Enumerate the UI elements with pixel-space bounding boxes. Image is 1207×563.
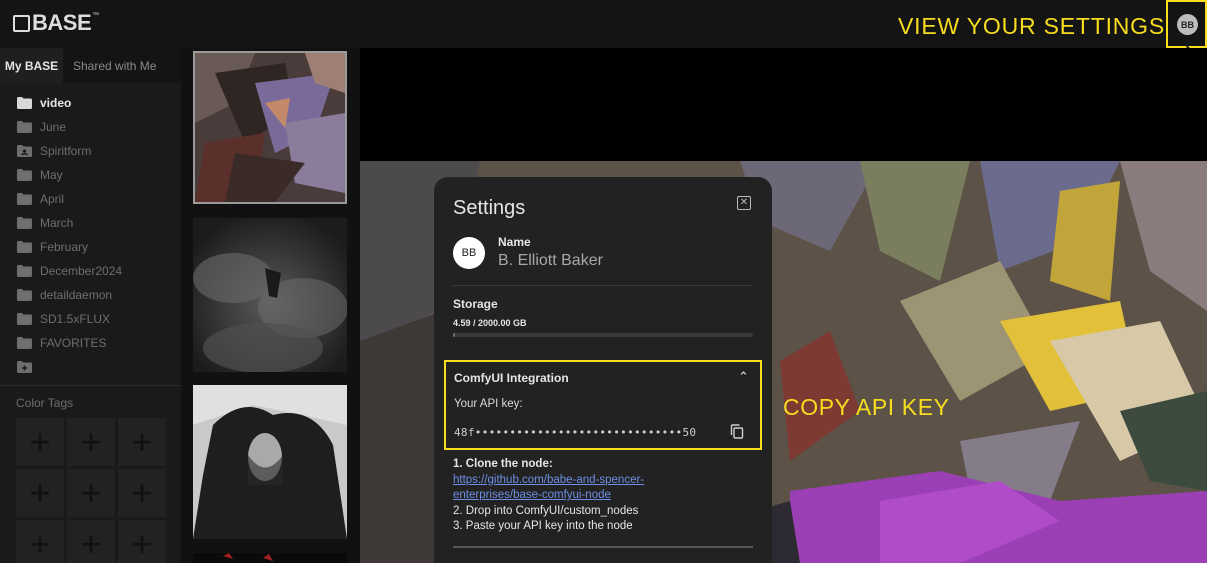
folder-icon [17,289,32,301]
add-color-tag-button[interactable]: + [67,469,115,517]
sidebar-folder-label: February [40,240,89,254]
add-color-tag-button[interactable]: + [16,469,64,517]
thumbnail-column [181,48,360,563]
storage-value: 4.59 / 2000.00 GB [453,318,527,328]
sidebar: My BASE Shared with Me video June Spiritfo… [0,48,181,563]
sidebar-folder-video[interactable]: video [0,91,181,115]
sidebar-folder-label: March [40,216,74,230]
folder-icon [17,217,32,229]
add-color-tag-button[interactable]: + [16,418,64,466]
sidebar-folder-june[interactable]: June [0,115,181,139]
step-paste-api-key: 3. Paste your API key into the node [453,520,633,532]
sidebar-folder-label: December2024 [40,264,123,278]
folder-icon [17,121,32,133]
plus-icon: + [131,472,153,513]
shared-folder-icon [17,145,32,157]
sidebar-folder-label: June [40,120,67,134]
add-color-tag-button[interactable]: + [67,520,115,563]
folder-icon [17,265,32,277]
chevron-up-icon[interactable]: ⌃ [738,369,749,385]
comfyui-integration-section: ComfyUI Integration ⌃ Your API key: 48f•… [444,360,762,450]
logo-trademark: ™ [92,12,100,19]
sidebar-tabs: My BASE Shared with Me [0,48,181,83]
sidebar-folder-march[interactable]: March [0,211,181,235]
viewer-letterbox [360,48,1207,161]
top-bar: BASE ™ VIEW YOUR SETTINGS BB [0,0,1207,63]
sidebar-folder-label: FAVORITES [40,336,107,350]
sidebar-folder-sd1-5xflux[interactable]: SD1.5xFLUX [0,307,181,331]
settings-modal: Settings ✕ BB Name B. Elliott Baker Stor… [434,177,772,563]
plus-icon: + [80,523,102,563]
add-color-tag-button[interactable]: + [118,469,166,517]
plus-icon: + [29,421,51,462]
sidebar-folder-may[interactable]: May [0,163,181,187]
color-tags-title: Color Tags [16,396,74,410]
add-folder-button[interactable] [0,355,181,379]
sidebar-folder-february[interactable]: February [0,235,181,259]
sidebar-folder-label: April [40,192,65,206]
settings-scroll-divider [453,546,753,548]
tab-shared-with-me[interactable]: Shared with Me [63,48,181,83]
annotation-view-settings: VIEW YOUR SETTINGS [898,13,1166,39]
plus-icon: + [131,523,153,563]
base-logo[interactable]: BASE ™ [13,12,99,34]
folder-list: video June Spiritform May April March February… [0,83,181,355]
add-color-tag-button[interactable]: + [67,418,115,466]
thumbnail-dark-clouds[interactable] [193,218,347,372]
name-value: B. Elliott Baker [498,252,603,269]
comfyui-integration-title[interactable]: ComfyUI Integration [454,371,569,385]
annotation-copy-api-key: COPY API KEY [783,394,950,420]
close-icon[interactable]: ✕ [737,196,751,210]
storage-progress-bar [453,333,753,337]
api-key-label: Your API key: [454,398,523,410]
sidebar-folder-favorites[interactable]: FAVORITES [0,331,181,355]
folder-icon [17,193,32,205]
sidebar-folder-december2024[interactable]: December2024 [0,259,181,283]
settings-avatar: BB [453,237,485,269]
tab-my-base[interactable]: My BASE [0,48,63,83]
sidebar-folder-label: Spiritform [40,144,92,158]
folder-icon [17,241,32,253]
folder-icon [17,97,32,109]
sidebar-folder-label: May [40,168,63,182]
sidebar-folder-detaildaemon[interactable]: detaildaemon [0,283,181,307]
add-color-tag-button[interactable]: + [118,418,166,466]
plus-icon: + [29,472,51,513]
user-avatar-button[interactable]: BB [1177,14,1198,35]
folder-icon [17,313,32,325]
logo-text: BASE [32,10,92,35]
plus-icon: + [131,421,153,462]
api-key-value: 48f••••••••••••••••••••••••••••••50 [454,426,697,439]
sidebar-folder-spiritform[interactable]: Spiritform [0,139,181,163]
add-color-tag-button[interactable]: + [118,520,166,563]
logo-square-icon [13,14,30,32]
settings-title: Settings [453,197,526,219]
folder-plus-icon [17,361,32,373]
sidebar-folder-april[interactable]: April [0,187,181,211]
folder-icon [17,337,32,349]
plus-icon: + [80,421,102,462]
sidebar-folder-label: video [40,96,72,110]
settings-divider [453,285,753,286]
storage-label: Storage [453,297,498,311]
thumbnail-woman-portrait[interactable] [193,385,347,539]
github-repo-link[interactable]: https://github.com/babe-and-spencer-ente… [453,473,703,504]
thumbnail-abstract-purple[interactable] [193,51,347,204]
name-label: Name [498,235,531,249]
sidebar-folder-label: detaildaemon [40,288,113,302]
color-tag-grid: + + + + + + + + + [0,418,181,563]
step-drop-into-custom-nodes: 2. Drop into ComfyUI/custom_nodes [453,504,639,517]
plus-icon: + [29,523,51,563]
add-color-tag-button[interactable]: + [16,520,64,563]
storage-progress-fill [453,333,455,337]
setup-steps: 1. Clone the node: https://github.com/ba… [453,457,753,535]
plus-icon: + [80,472,102,513]
step-clone-node: 1. Clone the node: [453,458,553,470]
thumbnail-partial[interactable] [193,553,347,563]
folder-icon [17,169,32,181]
sidebar-folder-label: SD1.5xFLUX [40,312,111,326]
copy-icon[interactable] [730,424,744,439]
